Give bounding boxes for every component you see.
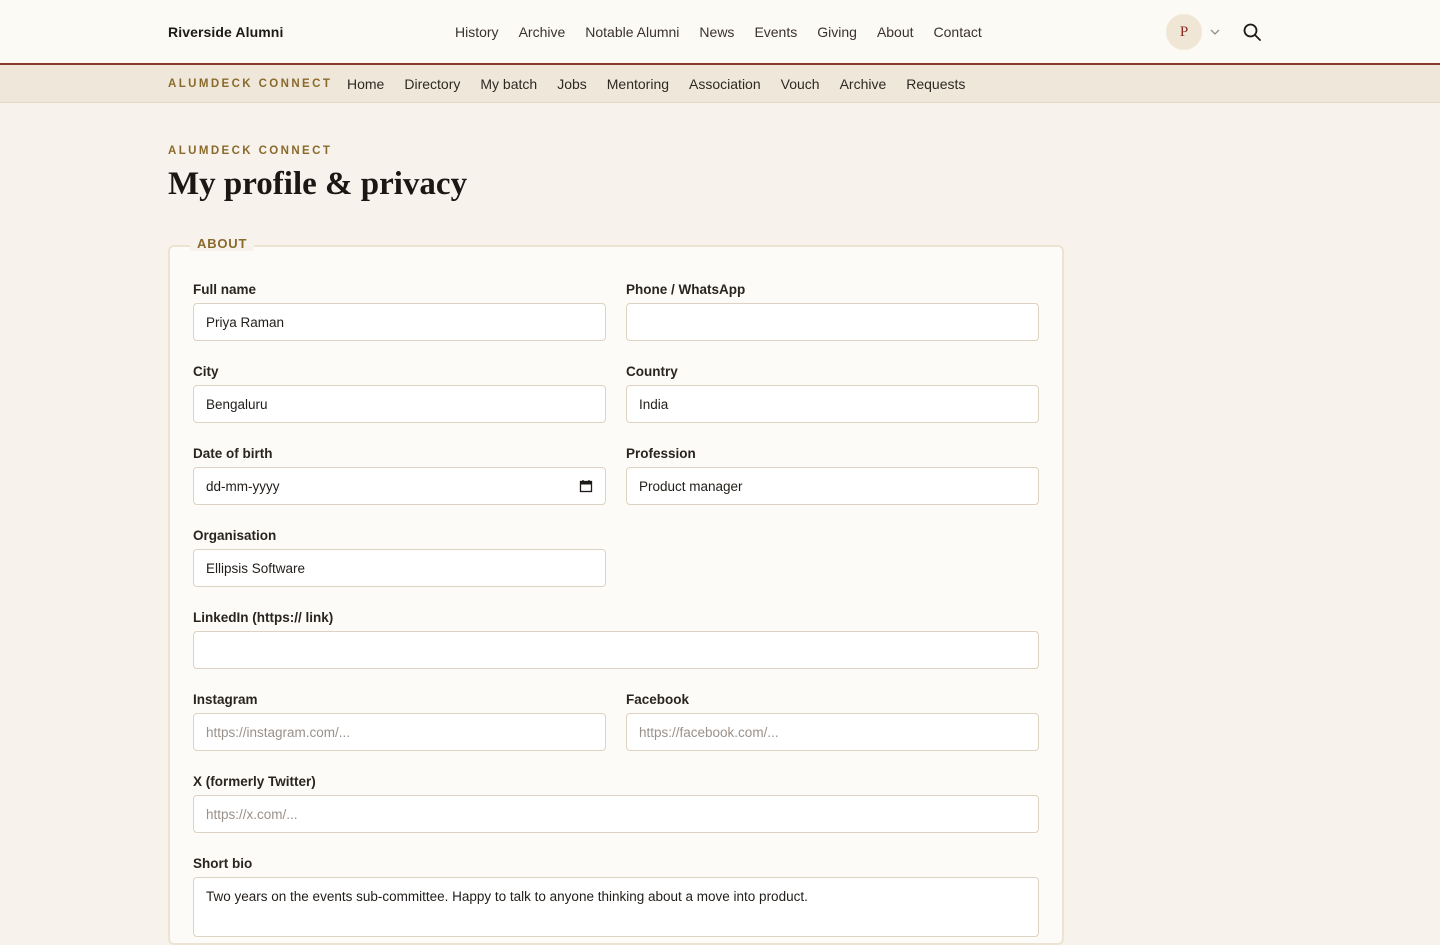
nav-archive[interactable]: Archive <box>519 24 566 40</box>
dob-input[interactable]: dd-mm-yyyy <box>193 467 606 505</box>
subnav-directory[interactable]: Directory <box>404 76 460 92</box>
nav-history[interactable]: History <box>455 24 499 40</box>
country-input[interactable]: India <box>626 385 1039 423</box>
chevron-down-icon[interactable] <box>1209 26 1221 38</box>
instagram-input[interactable]: https://instagram.com/... <box>193 713 606 751</box>
sub-nav: Home Directory My batch Jobs Mentoring A… <box>347 76 965 92</box>
profession-label: Profession <box>626 446 696 461</box>
nav-events[interactable]: Events <box>754 24 797 40</box>
city-input[interactable]: Bengaluru <box>193 385 606 423</box>
subnav-my-batch[interactable]: My batch <box>480 76 537 92</box>
facebook-label: Facebook <box>626 692 690 707</box>
bio-textarea[interactable]: Two years on the events sub-committee. H… <box>193 877 1039 937</box>
instagram-label: Instagram <box>193 692 258 707</box>
country-label: Country <box>626 364 678 379</box>
site-brand[interactable]: Riverside Alumni <box>168 24 283 40</box>
main-nav: History Archive Notable Alumni News Even… <box>455 24 982 40</box>
linkedin-label: LinkedIn (https:// link) <box>193 610 334 625</box>
linkedin-input[interactable] <box>193 631 1039 669</box>
about-legend: ABOUT <box>190 236 255 251</box>
subnav-requests[interactable]: Requests <box>906 76 965 92</box>
nav-giving[interactable]: Giving <box>817 24 857 40</box>
full-name-input[interactable]: Priya Raman <box>193 303 606 341</box>
calendar-icon[interactable] <box>579 479 593 493</box>
site-header: Riverside Alumni History Archive Notable… <box>0 0 1440 65</box>
dob-value: dd-mm-yyyy <box>206 478 280 494</box>
bio-label: Short bio <box>193 856 253 871</box>
city-label: City <box>193 364 219 379</box>
subnav-mentoring[interactable]: Mentoring <box>607 76 669 92</box>
page-eyebrow: ALUMDECK CONNECT <box>168 145 333 157</box>
sub-nav-bar: ALUMDECK CONNECT Home Directory My batch… <box>0 65 1440 103</box>
nav-about[interactable]: About <box>877 24 914 40</box>
organisation-input[interactable]: Ellipsis Software <box>193 549 606 587</box>
full-name-label: Full name <box>193 282 257 297</box>
nav-contact[interactable]: Contact <box>934 24 982 40</box>
phone-label: Phone / WhatsApp <box>626 282 746 297</box>
facebook-input[interactable]: https://facebook.com/... <box>626 713 1039 751</box>
page-title: My profile & privacy <box>168 166 468 202</box>
x-input[interactable]: https://x.com/... <box>193 795 1039 833</box>
nav-notable-alumni[interactable]: Notable Alumni <box>585 24 679 40</box>
organisation-label: Organisation <box>193 528 277 543</box>
phone-input[interactable] <box>626 303 1039 341</box>
avatar[interactable]: P <box>1166 14 1202 50</box>
subnav-archive[interactable]: Archive <box>840 76 887 92</box>
nav-news[interactable]: News <box>699 24 734 40</box>
x-label: X (formerly Twitter) <box>193 774 316 789</box>
about-card <box>168 245 1064 945</box>
sub-brand: ALUMDECK CONNECT <box>168 78 333 90</box>
subnav-vouch[interactable]: Vouch <box>781 76 820 92</box>
search-icon[interactable] <box>1242 22 1262 42</box>
dob-label: Date of birth <box>193 446 273 461</box>
subnav-jobs[interactable]: Jobs <box>557 76 587 92</box>
subnav-home[interactable]: Home <box>347 76 384 92</box>
subnav-association[interactable]: Association <box>689 76 761 92</box>
profession-input[interactable]: Product manager <box>626 467 1039 505</box>
